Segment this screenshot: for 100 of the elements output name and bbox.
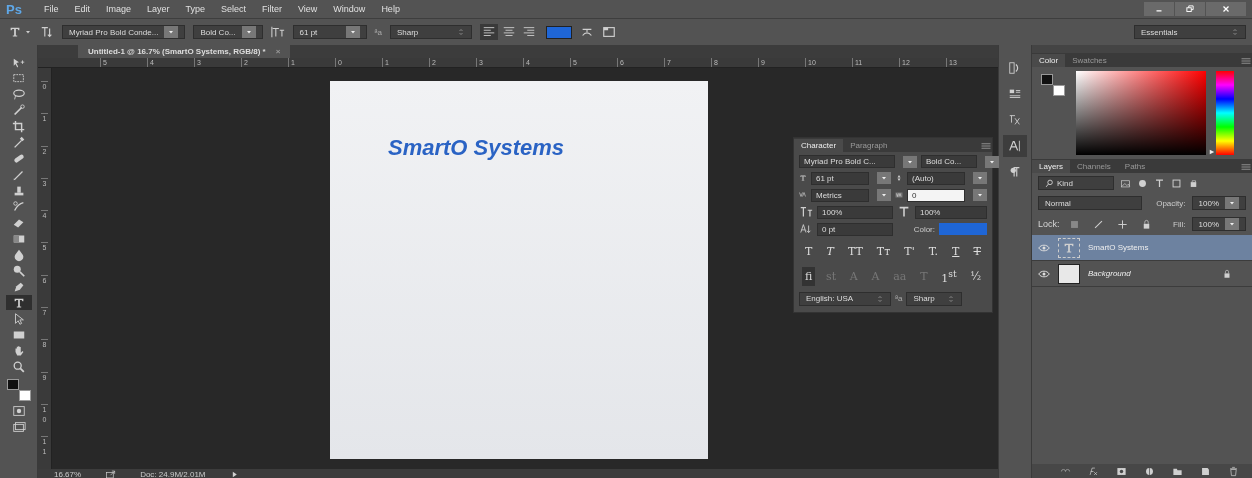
- quick-select-icon: [11, 103, 26, 118]
- type-tool-button[interactable]: [5, 295, 32, 310]
- baseline-shift-field[interactable]: 0 pt: [817, 222, 893, 236]
- align-left-icon: [481, 25, 496, 39]
- strike-button[interactable]: T: [970, 244, 984, 259]
- type-tool-icon: [8, 25, 22, 39]
- tracking-field[interactable]: 0: [907, 188, 965, 202]
- panel-tab[interactable]: Character: [794, 139, 844, 152]
- menu-item[interactable]: Layer: [138, 4, 178, 14]
- caret-icon: [1228, 199, 1236, 207]
- font-style-dropdown[interactable]: Bold Co...: [193, 25, 263, 39]
- kerning-field[interactable]: Metrics: [811, 188, 869, 202]
- font-style-field[interactable]: Bold Co...: [921, 155, 977, 168]
- menu-item[interactable]: Help: [373, 4, 408, 14]
- fill-value: 100%: [1198, 219, 1219, 229]
- baseline-shift-icon: [799, 222, 813, 236]
- caret-icon: [976, 191, 984, 199]
- align-right-icon: [521, 25, 536, 39]
- dropdown-button[interactable]: [345, 26, 360, 38]
- menu-item[interactable]: Edit: [66, 4, 98, 14]
- layer-row[interactable]: SmartO Systems: [1032, 235, 1252, 261]
- panel-tab[interactable]: Swatches: [1065, 54, 1114, 67]
- text-color-swatch[interactable]: [939, 223, 987, 235]
- blend-mode-value: Normal: [1045, 198, 1072, 208]
- vertical-scale-field[interactable]: 100%: [817, 205, 893, 219]
- close-button[interactable]: [1206, 2, 1246, 16]
- font-size-value: 61 pt: [299, 27, 319, 37]
- caret-icon: [167, 28, 176, 36]
- vertical-scale-value: 100%: [822, 207, 843, 217]
- blend-mode-dropdown[interactable]: Normal: [1038, 196, 1142, 210]
- quick-mask-icon: [11, 403, 26, 418]
- smallcaps-button[interactable]: Tт: [873, 244, 894, 259]
- filter-dropdown[interactable]: Kind: [1038, 176, 1114, 190]
- dropdown-button[interactable]: [985, 155, 999, 168]
- language-value: English: USA: [806, 294, 855, 304]
- text-color-swatch[interactable]: [545, 25, 572, 39]
- panel-tab[interactable]: Paths: [1117, 160, 1153, 173]
- dropdown-button[interactable]: [903, 155, 917, 168]
- fill-field[interactable]: 100%: [1191, 217, 1246, 231]
- antialias-dropdown[interactable]: Sharp: [906, 291, 963, 306]
- menu-item[interactable]: File: [35, 4, 67, 14]
- allcaps-button[interactable]: TT: [844, 244, 866, 259]
- panel-tab[interactable]: Layers: [1032, 160, 1070, 173]
- opentype-button[interactable]: ½: [967, 267, 985, 286]
- menu-item[interactable]: Filter: [254, 4, 290, 14]
- stepper-icon: [1231, 28, 1239, 36]
- font-size-dropdown[interactable]: 61 pt: [292, 25, 367, 39]
- panel-tab[interactable]: Color: [1032, 54, 1066, 67]
- align-left-button[interactable]: [479, 24, 498, 40]
- antialias-dropdown[interactable]: Sharp: [389, 25, 472, 39]
- tracking-value: 0: [912, 190, 917, 200]
- font-family-field[interactable]: Myriad Pro Bold C...: [799, 155, 895, 168]
- workspace-dropdown[interactable]: Essentials: [1134, 25, 1246, 39]
- document-tab[interactable]: Untitled-1 @ 16.7% (SmartO Systems, RGB/8) * ×: [78, 45, 291, 58]
- horizontal-scale-icon: [897, 205, 911, 219]
- app-logo: Ps: [6, 1, 22, 17]
- opacity-field[interactable]: 100%: [1191, 196, 1246, 210]
- layer-row[interactable]: Background: [1032, 261, 1252, 287]
- font-family-dropdown[interactable]: Myriad Pro Bold Conde...: [62, 25, 186, 39]
- panel-tab[interactable]: Channels: [1070, 160, 1118, 173]
- shape-filter-icon: [1171, 177, 1182, 189]
- foreground-color-swatch[interactable]: [1041, 74, 1053, 85]
- antialias-label: ªa: [374, 27, 382, 37]
- superscript-button[interactable]: T': [901, 244, 918, 259]
- background-color-swatch[interactable]: [18, 390, 31, 401]
- menu-item[interactable]: Window: [325, 4, 374, 14]
- color-field[interactable]: [1076, 71, 1206, 155]
- restore-button[interactable]: [1175, 2, 1205, 16]
- foreground-color-swatch[interactable]: [6, 379, 19, 390]
- menu-item[interactable]: Image: [97, 4, 139, 14]
- leading-field[interactable]: (Auto): [907, 171, 965, 185]
- menu-item[interactable]: Type: [177, 4, 213, 14]
- bold-button[interactable]: T: [802, 244, 816, 259]
- glyphs-icon: [1008, 113, 1022, 127]
- menu-item[interactable]: View: [290, 4, 326, 14]
- opentype-button[interactable]: 1$^{st}$: [938, 267, 960, 286]
- subscript-button[interactable]: T.: [925, 244, 942, 259]
- menu-item[interactable]: Select: [213, 4, 254, 14]
- type-filter-icon: [1154, 177, 1165, 189]
- opacity-value: 100%: [1198, 198, 1219, 208]
- close-icon: [1221, 4, 1231, 14]
- underline-button[interactable]: T: [949, 244, 963, 259]
- italic-button[interactable]: T: [823, 244, 837, 259]
- dropdown-button[interactable]: [241, 26, 256, 38]
- opentype-button[interactable]: fi: [801, 267, 816, 286]
- move-icon: [1117, 218, 1128, 230]
- panel-tab[interactable]: Paragraph: [843, 139, 895, 152]
- character-panel-button[interactable]: [1003, 135, 1027, 157]
- properties-icon: [1008, 87, 1022, 101]
- layer-name: Background: [1088, 269, 1132, 278]
- language-dropdown[interactable]: English: USA: [799, 291, 891, 306]
- text-orientation-icon: [40, 25, 54, 39]
- font-family-value: Myriad Pro Bold C...: [804, 157, 876, 166]
- horizontal-scale-field[interactable]: 100%: [915, 205, 987, 219]
- dropdown-button[interactable]: [164, 26, 179, 38]
- menu-icon: [1240, 161, 1252, 173]
- font-family-value: Myriad Pro Bold Conde...: [69, 27, 159, 37]
- background-color-swatch[interactable]: [1053, 85, 1065, 96]
- font-size-field[interactable]: 61 pt: [811, 171, 869, 185]
- stepper-icon: [876, 294, 884, 303]
